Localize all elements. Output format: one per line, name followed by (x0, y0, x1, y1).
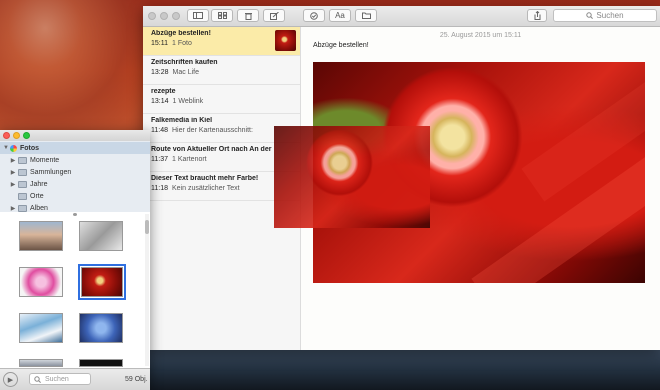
attachments-button[interactable] (211, 9, 233, 22)
close-button[interactable] (148, 12, 156, 20)
disclosure-closed-icon: ▶ (10, 205, 16, 212)
checklist-icon (310, 11, 318, 20)
folder-icon (18, 204, 27, 212)
play-icon: ▶ (7, 376, 14, 384)
note-time: 11:18 (151, 185, 168, 192)
note-date: 25. August 2015 um 15:11 (439, 32, 522, 39)
note-time: 11:37 (151, 156, 168, 163)
photo-thumbnail[interactable] (79, 359, 123, 367)
note-detail: Kein zusätzlicher Text (172, 185, 240, 192)
trash-icon (244, 12, 252, 20)
share-icon (534, 11, 540, 20)
attachments-grid-icon (217, 12, 227, 19)
note-list-item[interactable]: rezepte 13:14 1 Weblink (143, 85, 300, 114)
folder-icon (18, 156, 27, 164)
zoom-button[interactable] (172, 12, 180, 20)
photos-search-field[interactable]: Suchen (29, 373, 91, 385)
note-time: 13:14 (151, 98, 169, 105)
photos-bottom-bar: ▶ Suchen 59 Obj. (0, 368, 150, 390)
sidebar-label: Fotos (20, 144, 40, 152)
format-button[interactable]: Aa (329, 9, 351, 22)
minimize-button[interactable] (160, 12, 168, 20)
note-detail: 1 Foto (172, 40, 192, 47)
desktop-background (0, 0, 150, 140)
photo-grid-scrollbar[interactable] (145, 214, 149, 366)
slideshow-button[interactable]: ▶ (3, 372, 18, 387)
folder-icon (18, 180, 27, 188)
sidebar-item-sammlungen[interactable]: ▶ Sammlungen (0, 166, 150, 178)
sidebar-toggle-icon (193, 12, 203, 19)
sidebar-item-fotos[interactable]: ▼ Fotos (0, 142, 150, 154)
folder-icon (361, 12, 371, 19)
checklist-button[interactable] (303, 9, 325, 22)
disclosure-closed-icon: ▶ (10, 157, 16, 164)
note-thumbnail (275, 30, 296, 51)
compose-icon (269, 11, 279, 20)
zoom-button[interactable] (23, 132, 30, 139)
note-time: 15:11 (151, 40, 168, 47)
note-title: rezepte (151, 88, 176, 95)
notes-toolbar: Aa Suchen (143, 6, 660, 27)
photos-app-icon (10, 144, 17, 152)
close-button[interactable] (3, 132, 10, 139)
delete-button[interactable] (237, 9, 259, 22)
photos-titlebar (0, 130, 150, 141)
compose-button[interactable] (263, 9, 285, 22)
note-detail: Hier der Kartenausschnitt: (172, 127, 253, 134)
photos-search-placeholder: Suchen (45, 375, 69, 383)
photos-window: ▼ Fotos ▶ Momente ▶ Sammlungen ▶ Jahre O… (0, 130, 150, 390)
font-icon: Aa (335, 11, 345, 20)
sidebar-label: Orte (30, 192, 44, 200)
note-list-item[interactable]: Abzüge bestellen! 15:11 1 Foto (143, 27, 300, 56)
sidebar-item-orte[interactable]: Orte (0, 190, 150, 202)
search-icon (586, 12, 594, 19)
folders-button[interactable] (355, 9, 377, 22)
note-time: 11:48 (151, 127, 168, 134)
photo-thumbnail[interactable] (79, 221, 123, 251)
note-list-item[interactable]: Zeitschriften kaufen 13:28 Mac Life (143, 56, 300, 85)
note-detail: 1 Kartenort (172, 156, 207, 163)
sidebar-label: Jahre (30, 180, 48, 188)
dragged-photo-preview (274, 126, 430, 228)
sidebar-label: Sammlungen (30, 168, 72, 176)
note-body-text[interactable]: Abzüge bestellen! (313, 42, 369, 49)
sidebar-toggle-button[interactable] (187, 9, 209, 22)
photo-thumbnail[interactable] (19, 359, 63, 367)
note-detail: 1 Weblink (172, 98, 204, 105)
share-button[interactable] (527, 9, 547, 22)
folder-icon (18, 192, 27, 200)
sidebar-label: Alben (30, 204, 48, 212)
minimize-button[interactable] (13, 132, 20, 139)
note-time: 13:28 (151, 69, 169, 76)
photo-thumbnail-selected[interactable] (78, 264, 126, 300)
note-title: Zeitschriften kaufen (151, 59, 218, 66)
photo-thumbnail[interactable] (79, 313, 123, 343)
search-icon (34, 375, 41, 383)
disclosure-closed-icon: ▶ (10, 169, 16, 176)
note-detail: Mac Life (172, 69, 199, 76)
photo-grid (0, 214, 144, 367)
sidebar-label: Momente (30, 156, 60, 164)
photo-thumbnail[interactable] (19, 221, 63, 251)
photo-count: 59 Obj. (125, 376, 148, 383)
sidebar-item-jahre[interactable]: ▶ Jahre (0, 178, 150, 190)
sidebar-item-momente[interactable]: ▶ Momente (0, 154, 150, 166)
photo-thumbnail[interactable] (19, 313, 63, 343)
disclosure-closed-icon: ▶ (10, 181, 16, 188)
photo-thumbnail[interactable] (19, 267, 63, 297)
photos-sidebar: ▼ Fotos ▶ Momente ▶ Sammlungen ▶ Jahre O… (0, 141, 150, 212)
notes-search-placeholder: Suchen (596, 11, 624, 20)
notes-search-field[interactable]: Suchen (553, 9, 657, 22)
note-title: Falkemedia in Kiel (151, 117, 213, 124)
disclosure-open-icon: ▼ (3, 145, 9, 151)
folder-icon (18, 168, 27, 176)
desktop-background-bottom (150, 350, 660, 390)
